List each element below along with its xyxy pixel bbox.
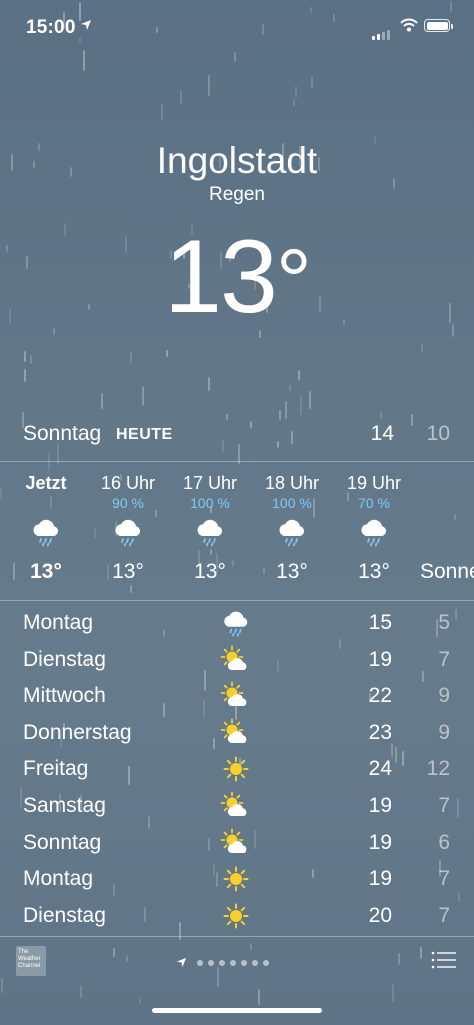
hourly-time: 18 Uhr xyxy=(264,473,320,493)
divider-middle xyxy=(0,600,474,601)
partly-sunny-icon xyxy=(220,681,252,711)
partly-sunny-icon xyxy=(220,828,252,858)
hourly-temp: 13° xyxy=(112,560,144,583)
battery-icon xyxy=(424,19,453,32)
wifi-icon xyxy=(400,18,418,32)
daily-high: 19 xyxy=(368,867,392,891)
daily-low: 9 xyxy=(438,720,450,744)
page-indicator[interactable] xyxy=(176,954,274,968)
divider-bottom xyxy=(0,936,474,937)
daily-high: 23 xyxy=(368,720,392,744)
partly-sunny-icon xyxy=(220,645,252,675)
weather-condition: Regen xyxy=(209,184,265,205)
daily-high: 20 xyxy=(368,903,392,927)
partly-sunny-icon xyxy=(220,791,252,821)
hourly-time: Jetzt xyxy=(25,473,67,493)
hourly-time: 19 Uhr xyxy=(346,473,402,493)
hourly-precip: 100 % xyxy=(190,495,230,511)
page-dot[interactable] xyxy=(241,959,248,966)
daily-low: 7 xyxy=(438,794,450,817)
today-high: 14 xyxy=(370,422,394,445)
hourly-temp: 13° xyxy=(30,560,62,583)
hourly-time: 16 Uhr xyxy=(100,473,156,493)
daily-low: 12 xyxy=(426,757,450,781)
daily-low: 7 xyxy=(438,903,450,927)
page-dot[interactable] xyxy=(252,959,259,966)
hourly-temp: Sonne xyxy=(420,560,474,583)
daily-day: Samstag xyxy=(23,794,106,817)
city-list-icon[interactable] xyxy=(431,950,457,970)
daily-day: Mittwoch xyxy=(23,684,106,708)
hourly-forecast[interactable]: Jetzt 13° 16 Uhr 90 % 13° 17 Uhr 100 % 13° 18 Uh… xyxy=(0,462,474,600)
sun-icon xyxy=(220,901,252,931)
daily-low: 5 xyxy=(438,611,450,634)
daily-day: Montag xyxy=(23,611,94,634)
hourly-temp: 13° xyxy=(358,560,390,583)
daily-day: Dienstag xyxy=(23,903,106,927)
city-name: Ingolstadt xyxy=(156,140,318,181)
degree-symbol: ° xyxy=(275,232,312,332)
rain-cloud-icon xyxy=(194,516,226,548)
hourly-precip: 100 % xyxy=(272,495,312,511)
daily-row: Samstag 19 7 xyxy=(0,787,474,823)
page-dot[interactable] xyxy=(263,959,270,966)
cellular-signal-icon xyxy=(372,22,392,40)
daily-high: 19 xyxy=(368,647,392,671)
empty-icon xyxy=(440,516,472,548)
daily-low: 9 xyxy=(438,684,450,708)
daily-low: 6 xyxy=(438,830,450,854)
hourly-time: 17 Uhr xyxy=(182,473,238,493)
location-page-icon xyxy=(176,958,187,968)
daily-day: Freitag xyxy=(23,757,89,781)
hourly-precip: 90 % xyxy=(112,495,144,511)
daily-high: 19 xyxy=(368,794,392,817)
sun-icon xyxy=(220,864,252,894)
home-indicator[interactable] xyxy=(152,1008,322,1013)
today-day: Sonntag xyxy=(23,422,102,445)
rain-cloud-icon xyxy=(220,608,252,638)
daily-low: 7 xyxy=(438,867,450,891)
daily-row: Dienstag 20 7 xyxy=(0,897,474,933)
status-time: 15:00 xyxy=(26,17,76,38)
rain-cloud-icon xyxy=(276,516,308,548)
page-dot[interactable] xyxy=(230,959,237,966)
daily-row: Mittwoch 22 9 xyxy=(0,677,474,713)
partly-sunny-icon xyxy=(220,718,252,748)
rain-cloud-icon xyxy=(30,516,62,548)
rain-cloud-icon xyxy=(358,516,390,548)
daily-high: 15 xyxy=(368,611,392,634)
daily-row: Montag 15 5 xyxy=(0,604,474,640)
page-dot[interactable] xyxy=(208,959,215,966)
rain-cloud-icon xyxy=(112,516,144,548)
today-tag: HEUTE xyxy=(116,426,173,443)
daily-row: Montag 19 7 xyxy=(0,860,474,896)
daily-day: Montag xyxy=(23,867,94,891)
current-temperature: 13° xyxy=(0,218,474,337)
daily-day: Sonntag xyxy=(23,830,102,854)
daily-row: Sonntag 19 6 xyxy=(0,824,474,860)
hourly-precip: 70 % xyxy=(358,495,390,511)
daily-low: 7 xyxy=(438,647,450,671)
sun-icon xyxy=(220,754,252,784)
daily-high: 24 xyxy=(368,757,392,781)
daily-high: 22 xyxy=(368,684,392,708)
status-bar: 15:00 xyxy=(0,0,474,52)
daily-row: Freitag 24 12 xyxy=(0,750,474,786)
daily-day: Dienstag xyxy=(23,647,106,671)
hourly-temp: 13° xyxy=(276,560,308,583)
daily-day: Donnerstag xyxy=(23,720,132,744)
page-dot[interactable] xyxy=(197,959,204,966)
current-temperature-value: 13 xyxy=(164,219,278,335)
today-summary: Sonntag HEUTE 14 10 xyxy=(0,420,474,450)
daily-high: 19 xyxy=(368,830,392,854)
page-dot[interactable] xyxy=(219,959,226,966)
daily-row: Dienstag 19 7 xyxy=(0,641,474,677)
weather-channel-logo[interactable]: The Weather Channel xyxy=(16,946,46,976)
daily-row: Donnerstag 23 9 xyxy=(0,714,474,750)
hourly-temp: 13° xyxy=(194,560,226,583)
today-low: 10 xyxy=(426,422,450,445)
location-arrow-icon xyxy=(81,20,91,30)
